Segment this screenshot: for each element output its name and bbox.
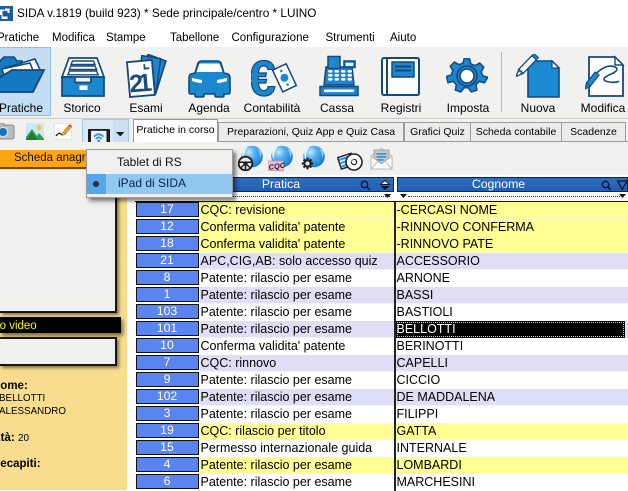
svg-text:€: € — [251, 56, 276, 98]
svg-text:CQC: CQC — [268, 161, 286, 171]
svg-text:21: 21 — [128, 69, 153, 99]
